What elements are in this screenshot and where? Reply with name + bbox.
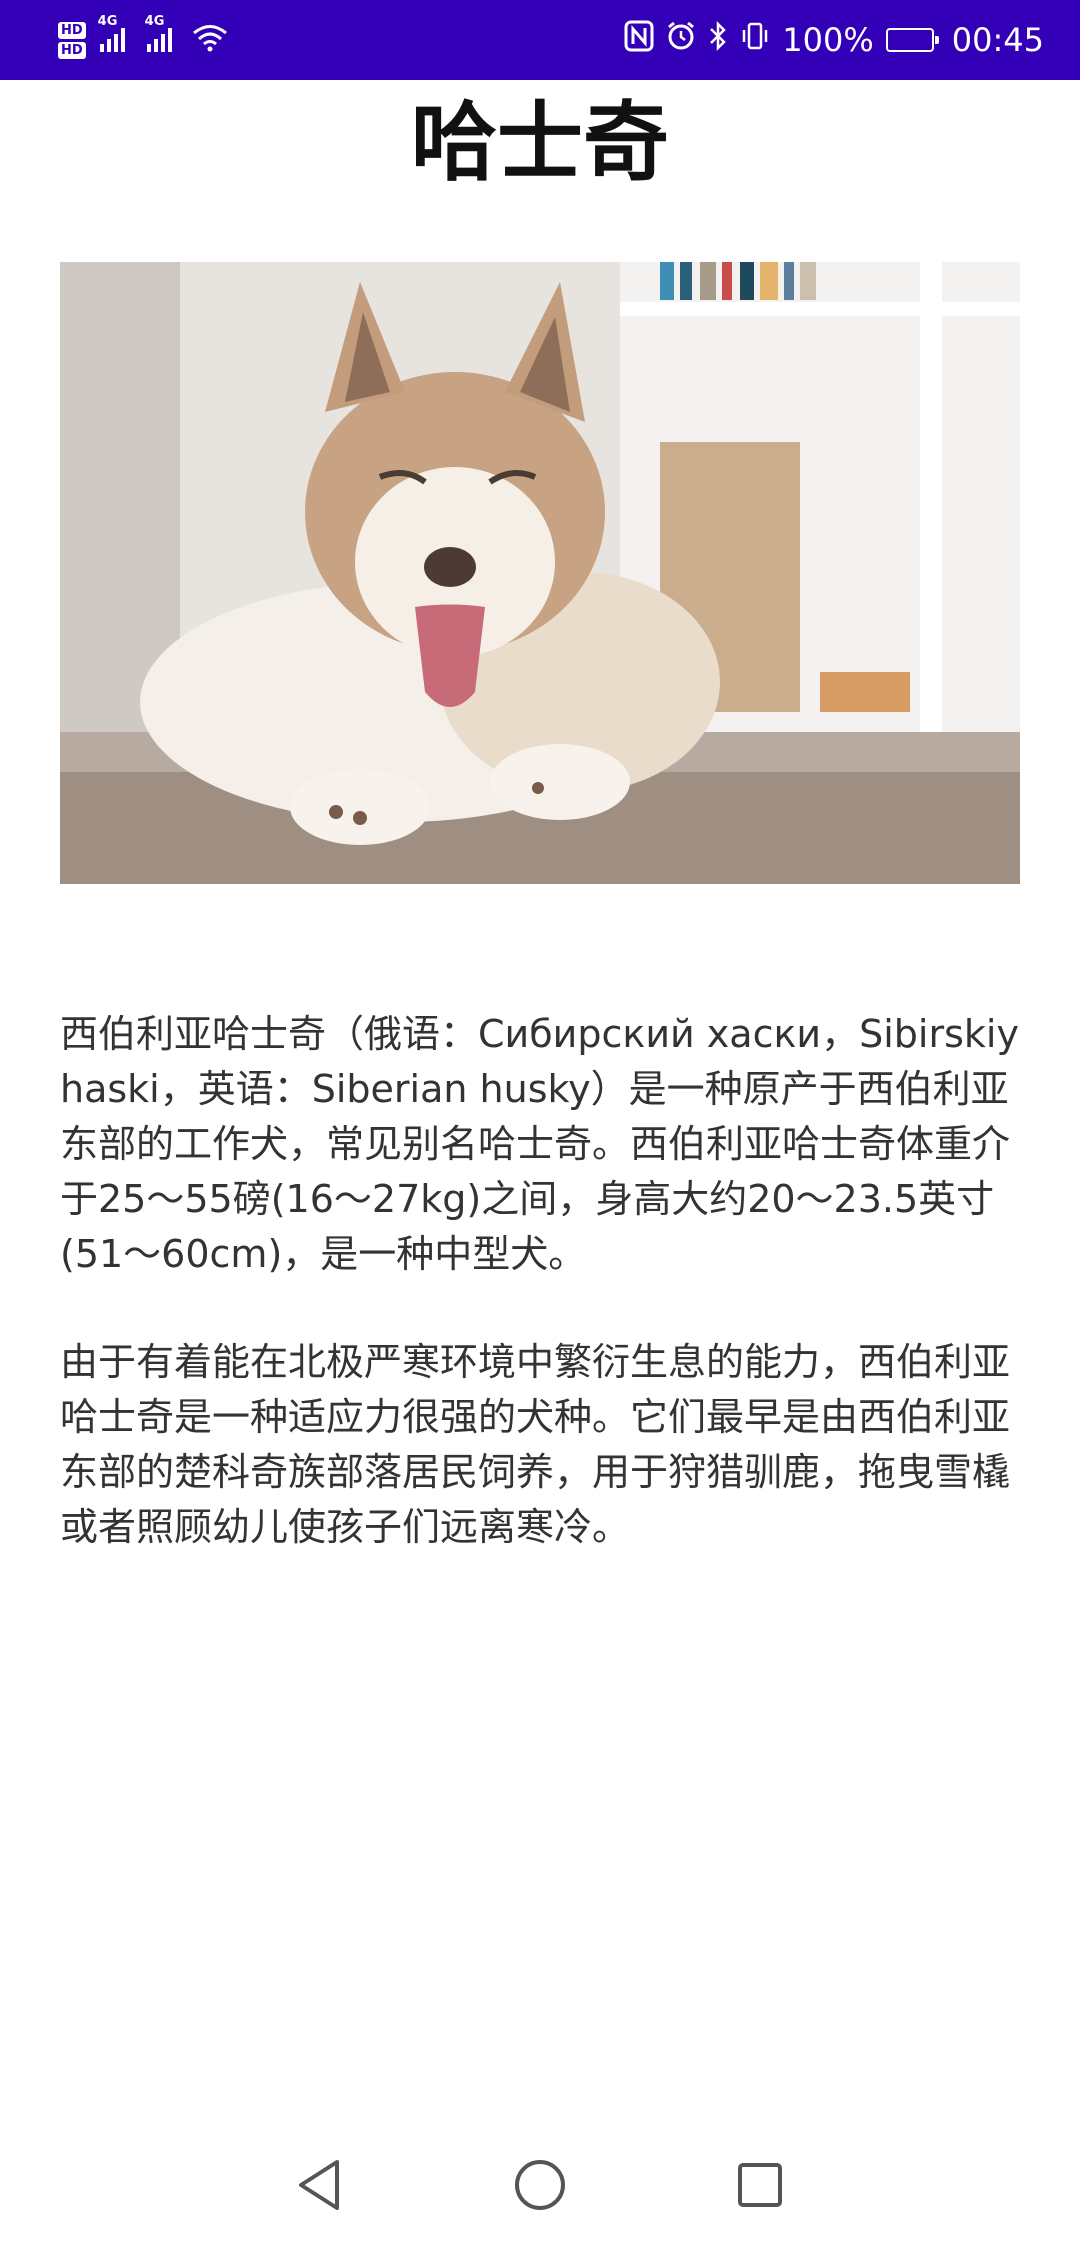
battery-percent: 100% bbox=[782, 21, 874, 59]
hd-badge-1: HD bbox=[58, 21, 86, 39]
network-type-2: 4G bbox=[144, 14, 165, 29]
clock: 00:45 bbox=[951, 21, 1044, 59]
description-paragraph-2: 由于有着能在北极严寒环境中繁衍生息的能力，西伯利亚哈士奇是一种适应力很强的犬种。… bbox=[60, 1340, 1011, 1549]
status-bar: HD HD 4G 4G 100% 00:45 bbox=[0, 0, 1080, 80]
status-left: HD HD 4G 4G bbox=[58, 14, 228, 59]
navigation-bar bbox=[0, 2126, 1080, 2244]
page-title: 哈士奇 bbox=[411, 93, 669, 193]
siberian-husky-photo bbox=[60, 262, 1020, 884]
home-icon[interactable] bbox=[510, 2155, 570, 2215]
hd-badge-2: HD bbox=[58, 41, 86, 59]
status-right: 100% 00:45 bbox=[624, 20, 1044, 60]
nfc-icon bbox=[624, 20, 654, 60]
screen: HD HD 4G 4G 100% 00:45 哈士奇 西伯利亚哈士奇（俄语：Си… bbox=[0, 0, 1080, 2244]
battery-icon bbox=[885, 28, 939, 52]
hd-indicators: HD HD bbox=[58, 21, 86, 59]
alarm-icon bbox=[666, 20, 696, 60]
wifi-icon bbox=[192, 24, 228, 56]
recents-icon[interactable] bbox=[730, 2155, 790, 2215]
network-type-1: 4G bbox=[97, 14, 118, 29]
description-paragraph-1: 西伯利亚哈士奇（俄语：Сибирский хаски，Sibirskiy has… bbox=[60, 1012, 1019, 1276]
back-icon[interactable] bbox=[290, 2155, 350, 2215]
signal-1-icon: 4G bbox=[98, 14, 125, 52]
vibrate-icon bbox=[740, 20, 770, 60]
bluetooth-icon bbox=[708, 20, 728, 60]
signal-2-icon: 4G bbox=[145, 14, 172, 52]
